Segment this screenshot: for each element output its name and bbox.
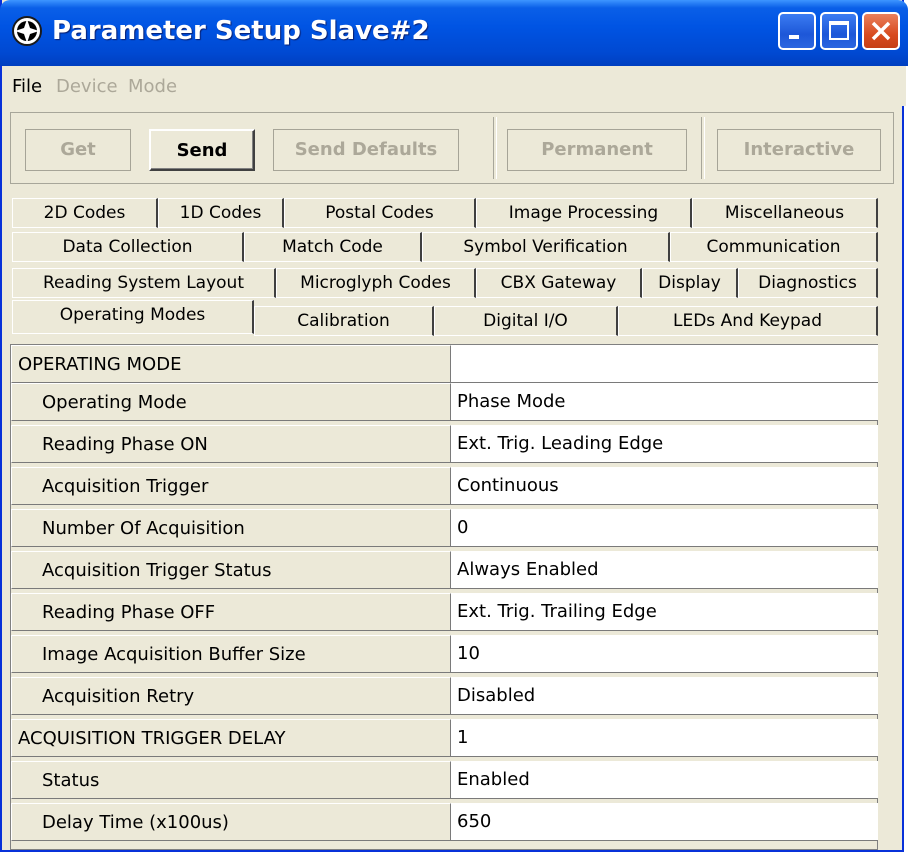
menu-bar: File Device Mode <box>2 66 906 106</box>
tab-match-code[interactable]: Match Code <box>244 232 422 262</box>
app-compass-icon <box>12 16 42 46</box>
tab-calibration[interactable]: Calibration <box>254 306 434 336</box>
menu-device[interactable]: Device <box>56 76 118 97</box>
property-label: Operating Mode <box>11 383 451 421</box>
tab-image-processing[interactable]: Image Processing <box>476 198 692 228</box>
tab-operating-modes[interactable]: Operating Modes <box>12 300 254 334</box>
property-value-delay-time[interactable]: 650 <box>451 803 879 841</box>
toolbar-separator <box>493 117 497 179</box>
tab-microglyph-codes[interactable]: Microglyph Codes <box>276 268 476 298</box>
property-label: Number Of Acquisition <box>11 509 451 547</box>
maximize-button[interactable] <box>820 12 858 50</box>
property-value-reading-phase-off[interactable]: Ext. Trig. Trailing Edge <box>451 593 879 631</box>
property-grid: OPERATING MODE Operating Mode Phase Mode… <box>10 344 879 850</box>
property-label: Acquisition Trigger Status <box>11 551 451 589</box>
close-icon <box>871 21 891 41</box>
tab-reading-system-layout[interactable]: Reading System Layout <box>12 268 276 298</box>
tab-cbx-gateway[interactable]: CBX Gateway <box>476 268 642 298</box>
maximize-icon <box>829 21 849 40</box>
section-operating-mode-value <box>451 345 879 383</box>
property-value-acquisition-trigger-delay[interactable]: 1 <box>451 719 879 757</box>
section-operating-mode: OPERATING MODE <box>11 345 451 383</box>
tab-diagnostics[interactable]: Diagnostics <box>738 268 878 298</box>
get-button[interactable]: Get <box>25 129 131 171</box>
parameter-setup-window: Parameter Setup Slave#2 File Device Mode… <box>0 0 908 852</box>
window-title: Parameter Setup Slave#2 <box>52 16 430 46</box>
tab-1d-codes[interactable]: 1D Codes <box>158 198 284 228</box>
property-value-number-of-acquisition[interactable]: 0 <box>451 509 879 547</box>
minimize-button[interactable] <box>778 12 816 50</box>
property-value-acquisition-trigger-status[interactable]: Always Enabled <box>451 551 879 589</box>
property-label: Image Acquisition Buffer Size <box>11 635 451 673</box>
toolbar-separator <box>701 117 705 179</box>
property-value-image-acquisition-buffer-size[interactable]: 10 <box>451 635 879 673</box>
permanent-button[interactable]: Permanent <box>507 129 687 171</box>
property-value-reading-phase-on[interactable]: Ext. Trig. Leading Edge <box>451 425 879 463</box>
grid-right-margin <box>878 344 894 850</box>
minimize-icon <box>789 35 799 39</box>
tab-miscellaneous[interactable]: Miscellaneous <box>692 198 878 228</box>
menu-file[interactable]: File <box>12 76 42 97</box>
tab-symbol-verification[interactable]: Symbol Verification <box>422 232 670 262</box>
property-value-acquisition-trigger[interactable]: Continuous <box>451 467 879 505</box>
tab-display[interactable]: Display <box>642 268 738 298</box>
property-label: Reading Phase ON <box>11 425 451 463</box>
section-acquisition-trigger-delay: ACQUISITION TRIGGER DELAY <box>11 719 451 757</box>
property-value-operating-mode[interactable]: Phase Mode <box>451 383 879 421</box>
property-label: Acquisition Trigger <box>11 467 451 505</box>
send-button[interactable]: Send <box>149 129 255 171</box>
property-label: Reading Phase OFF <box>11 593 451 631</box>
property-label: Status <box>11 761 451 799</box>
send-defaults-button[interactable]: Send Defaults <box>273 129 459 171</box>
tab-data-collection[interactable]: Data Collection <box>12 232 244 262</box>
tab-leds-and-keypad[interactable]: LEDs And Keypad <box>618 306 878 336</box>
interactive-button[interactable]: Interactive <box>717 129 881 171</box>
title-bar[interactable]: Parameter Setup Slave#2 <box>0 0 908 66</box>
tab-digital-io[interactable]: Digital I/O <box>434 306 618 336</box>
toolbar: Get Send Send Defaults Permanent Interac… <box>10 112 894 184</box>
menu-mode[interactable]: Mode <box>128 76 177 97</box>
property-label: Delay Time (x100us) <box>11 803 451 841</box>
property-value-status[interactable]: Enabled <box>451 761 879 799</box>
close-button[interactable] <box>862 12 900 50</box>
tab-2d-codes[interactable]: 2D Codes <box>12 198 158 228</box>
property-value-acquisition-retry[interactable]: Disabled <box>451 677 879 715</box>
tab-communication[interactable]: Communication <box>670 232 878 262</box>
tab-postal-codes[interactable]: Postal Codes <box>284 198 476 228</box>
property-label: Acquisition Retry <box>11 677 451 715</box>
